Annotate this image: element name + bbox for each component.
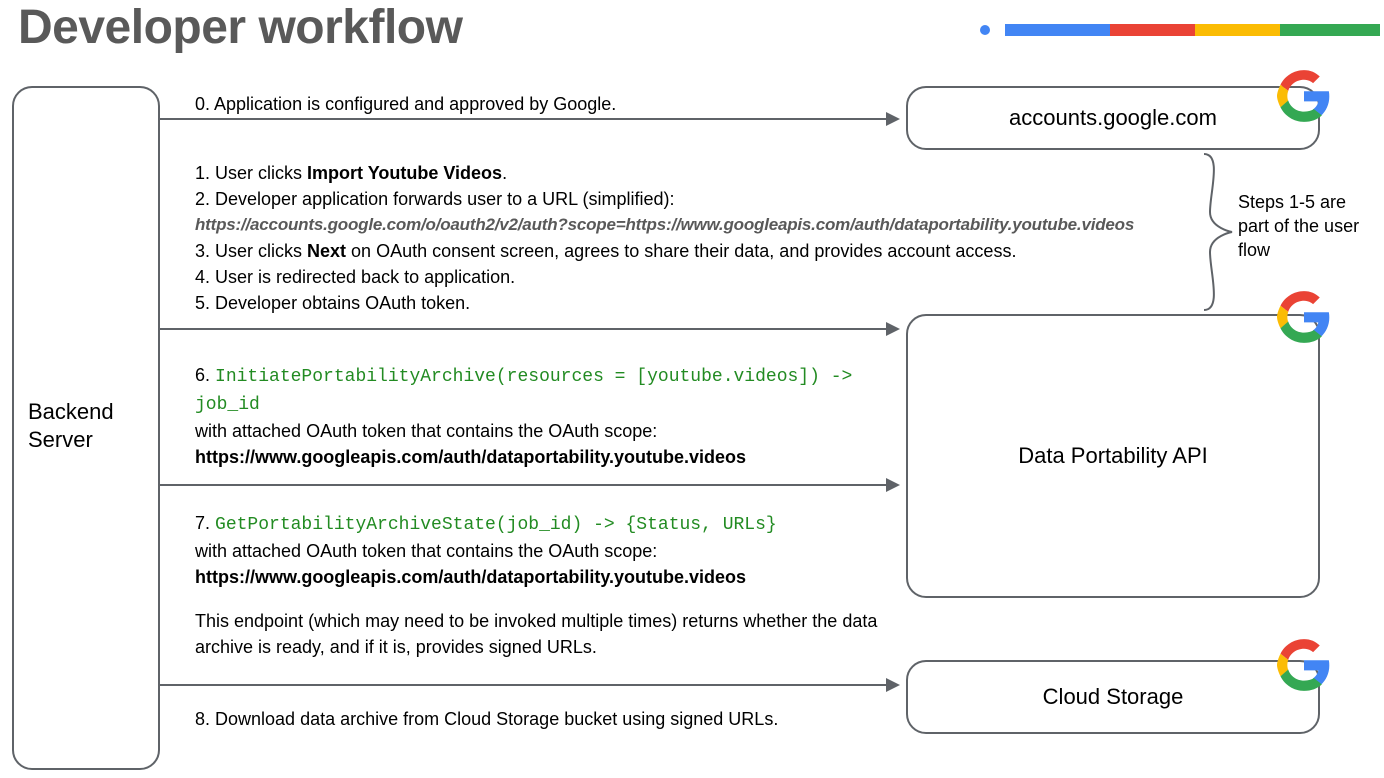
step-0-text: 0. Application is configured and approve… [195,91,616,117]
page-title: Developer workflow [18,0,462,55]
header-decoration-blue [1005,24,1110,36]
step-7-scope: https://www.googleapis.com/auth/dataport… [195,564,895,590]
step-4: 4. User is redirected back to applicatio… [195,264,1195,290]
header-decoration-red [1110,24,1195,36]
arrow-step-6 [158,484,898,486]
brace-note: Steps 1-5 are part of the user flow [1238,190,1368,262]
step-1: 1. User clicks Import Youtube Videos. [195,160,1195,186]
steps-1-5-block: 1. User clicks Import Youtube Videos. 2.… [195,160,1195,316]
actor-accounts-google-label: accounts.google.com [1009,105,1217,131]
actor-backend-server-label: BackendServer [28,398,114,454]
step-6-code-line: 6. InitiatePortabilityArchive(resources … [195,362,895,418]
step-2: 2. Developer application forwards user t… [195,186,1195,212]
step-7-block: 7. GetPortabilityArchiveState(job_id) ->… [195,510,895,660]
arrow-step-8 [158,684,898,686]
step-8-text: 8. Download data archive from Cloud Stor… [195,706,778,732]
step-6-block: 6. InitiatePortabilityArchive(resources … [195,362,895,470]
curly-brace-icon [1198,152,1234,312]
actor-data-portability-api-label: Data Portability API [1018,443,1208,469]
step-6-text: with attached OAuth token that contains … [195,418,895,444]
step-3: 3. User clicks Next on OAuth consent scr… [195,238,1195,264]
google-logo-icon [1277,638,1331,692]
step-6-scope: https://www.googleapis.com/auth/dataport… [195,444,895,470]
header-decoration-dot [980,25,990,35]
actor-cloud-storage: Cloud Storage [906,660,1320,734]
header-decoration-green [1280,24,1380,36]
actor-accounts-google: accounts.google.com [906,86,1320,150]
actor-data-portability-api: Data Portability API [906,314,1320,598]
step-5: 5. Developer obtains OAuth token. [195,290,1195,316]
actor-cloud-storage-label: Cloud Storage [1043,684,1184,710]
step-7-code-line: 7. GetPortabilityArchiveState(job_id) ->… [195,510,895,538]
actor-backend-server: BackendServer [12,86,160,770]
google-logo-icon [1277,69,1331,123]
header-decoration-yellow [1195,24,1280,36]
arrow-step-0 [158,118,898,120]
step-2-url: https://accounts.google.com/o/oauth2/v2/… [195,212,1195,238]
step-7-extra: This endpoint (which may need to be invo… [195,608,895,660]
arrow-step-5 [158,328,898,330]
google-logo-icon [1277,290,1331,344]
step-7-text: with attached OAuth token that contains … [195,538,895,564]
